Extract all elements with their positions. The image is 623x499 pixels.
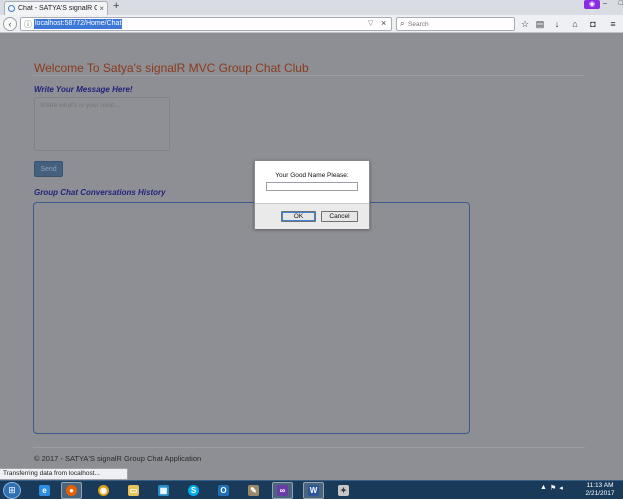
footer-text: © 2017 - SATYA'S signalR Group Chat Appl… [34, 454, 202, 463]
search-bar[interactable]: ⌕ [396, 17, 515, 31]
clipboard-icon[interactable]: ▤ [535, 18, 545, 30]
internet-explorer-icon[interactable]: e [34, 482, 55, 499]
window-controls: – □ [603, 0, 623, 9]
paint-icon[interactable]: ✦ [333, 482, 354, 499]
clock-date: 2/21/2017 [585, 490, 615, 497]
history-dropdown-icon[interactable]: ▽ [368, 19, 373, 27]
pocket-icon[interactable]: ◘ [588, 18, 598, 30]
skype-icon[interactable]: S [183, 482, 204, 499]
maximize-icon[interactable]: □ [619, 0, 623, 9]
windows-start-icon[interactable]: ⊞ [3, 482, 21, 499]
flag-icon[interactable]: ⚑ [550, 484, 556, 492]
chat-history-panel [33, 202, 470, 434]
search-input[interactable] [408, 19, 508, 29]
chrome-icon[interactable]: ◉ [93, 482, 114, 499]
dialog-message: Your Good Name Please: [275, 172, 349, 179]
bookmark-star-icon[interactable]: ☆ [520, 18, 530, 30]
tab-close-icon[interactable]: × [99, 4, 104, 13]
chat-app-icon[interactable]: ▦ [153, 482, 174, 499]
menu-icon[interactable]: ≡ [608, 18, 618, 30]
volume-icon[interactable]: ◂ [559, 484, 563, 492]
outlook-icon[interactable]: O [213, 482, 234, 499]
word-icon[interactable]: W [303, 482, 324, 499]
info-icon[interactable]: ⓘ [24, 19, 32, 30]
dialog-footer: OK Cancel [255, 203, 369, 229]
minimize-icon[interactable]: – [603, 0, 607, 9]
send-button[interactable]: Send [34, 161, 63, 177]
home-icon[interactable]: ⌂ [570, 18, 580, 30]
network-icon[interactable]: ▲ [540, 484, 547, 492]
footer-divider [33, 447, 585, 448]
file-explorer-icon[interactable]: ▭ [123, 482, 144, 499]
message-textarea[interactable] [34, 97, 170, 151]
browser-nav-bar: ‹ ⓘ localhost:58772/Home/Chat ▽ × ⌕ ☆ ▤ … [0, 15, 623, 33]
url-text[interactable]: localhost:58772/Home/Chat [34, 19, 123, 29]
tools-icon[interactable]: ✎ [243, 482, 264, 499]
browser-tab-bar: Chat - SATYA'S signalR Gr... × + ◉ – □ [0, 0, 623, 15]
back-icon[interactable]: ‹ [3, 17, 17, 31]
history-label: Group Chat Conversations History [34, 188, 166, 197]
tab-title: Chat - SATYA'S signalR Gr... [18, 5, 98, 12]
stop-icon[interactable]: × [381, 18, 386, 28]
cancel-button[interactable]: Cancel [321, 211, 358, 222]
search-icon: ⌕ [400, 19, 405, 28]
globe-icon [8, 5, 15, 12]
clock-time: 11:13 AM [586, 482, 614, 489]
new-tab-button[interactable]: + [113, 0, 119, 12]
status-bar: Transferring data from localhost... [0, 468, 128, 480]
browser-tab[interactable]: Chat - SATYA'S signalR Gr... × [4, 1, 108, 15]
windows-taskbar: ⊞ e ● ◉ ▭ ▦ S O ✎ ∞ W ✦ ▲ ⚑ ◂ 11:13 AM 2… [0, 480, 623, 499]
name-prompt-dialog: Your Good Name Please: OK Cancel [254, 160, 370, 229]
firefox-icon[interactable]: ● [61, 482, 82, 499]
name-input[interactable] [266, 182, 358, 191]
system-tray: ▲ ⚑ ◂ [540, 484, 563, 492]
address-bar[interactable]: ⓘ localhost:58772/Home/Chat ▽ × [20, 17, 392, 31]
title-divider [33, 75, 585, 76]
ok-button[interactable]: OK [281, 211, 316, 222]
download-icon[interactable]: ↓ [552, 18, 562, 30]
clock[interactable]: 11:13 AM 2/21/2017 [580, 482, 620, 498]
page-title: Welcome To Satya's signalR MVC Group Cha… [34, 61, 309, 75]
message-label: Write Your Message Here! [34, 85, 133, 94]
visual-studio-icon[interactable]: ∞ [272, 482, 293, 499]
private-browsing-icon: ◉ [584, 0, 600, 9]
